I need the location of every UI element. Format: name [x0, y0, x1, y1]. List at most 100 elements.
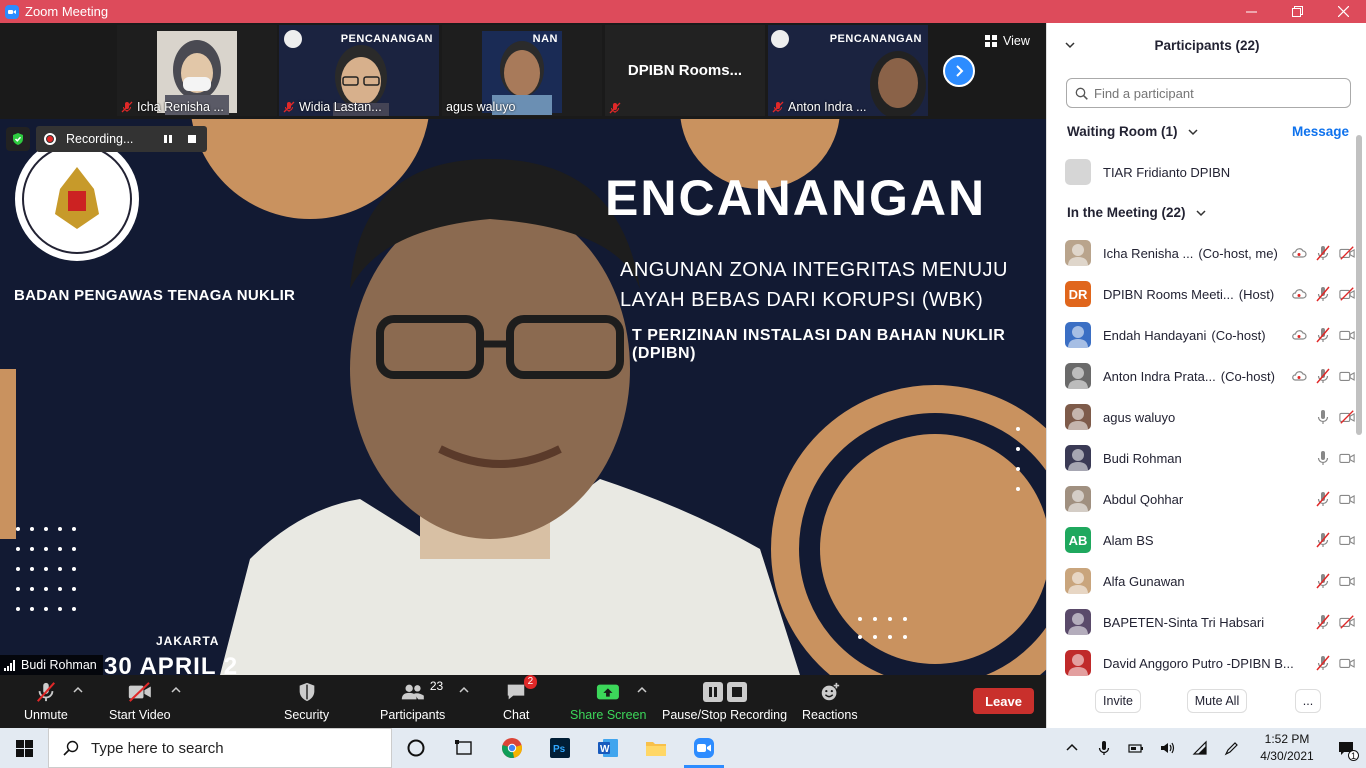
participant-row[interactable]: AB Alam BS — [1065, 525, 1355, 555]
video-thumbnail[interactable]: Icha Renisha ... — [117, 25, 277, 116]
participant-row[interactable]: Endah Handayani (Co-host) — [1065, 320, 1355, 350]
panel-scrollbar[interactable] — [1356, 135, 1362, 435]
in-meeting-header[interactable]: In the Meeting (22) — [1067, 205, 1206, 220]
thumbnail-slide-text: NAN — [532, 33, 558, 45]
chat-button[interactable]: 2 Chat — [503, 675, 538, 722]
participant-row[interactable]: Icha Renisha ... (Co-host, me) — [1065, 238, 1355, 268]
waiting-participant-row[interactable]: TIAR Fridianto DPIBN — [1065, 157, 1355, 187]
video-icon — [1339, 576, 1355, 586]
video-thumbnail[interactable]: PENCANANGAN Anton Indra ... — [768, 25, 928, 116]
video-thumbnail-strip: Icha Renisha ... PENCANANGAN Widia Lasta… — [0, 23, 1046, 119]
battery-icon[interactable] — [1120, 728, 1152, 768]
mute-all-button[interactable]: Mute All — [1187, 689, 1247, 713]
reactions-button[interactable]: Reactions — [802, 680, 858, 722]
participant-status-icons — [1315, 491, 1355, 507]
pause-recording-icon[interactable] — [161, 132, 175, 146]
video-thumbnail[interactable]: DPIBN Rooms... — [605, 25, 765, 116]
recording-indicator: Recording... — [6, 126, 208, 152]
waiting-room-header[interactable]: Waiting Room (1) — [1067, 124, 1198, 139]
security-button[interactable]: Security — [284, 680, 329, 722]
start-button[interactable] — [0, 728, 48, 768]
participant-row[interactable]: DR DPIBN Rooms Meeti... (Host) — [1065, 279, 1355, 309]
view-button[interactable]: View — [985, 34, 1030, 48]
encryption-shield-icon[interactable] — [6, 127, 30, 151]
task-view-icon[interactable] — [440, 728, 488, 768]
search-input[interactable] — [1094, 85, 1334, 101]
chevron-down-icon[interactable] — [1065, 40, 1075, 50]
meeting-toolbar: Unmute Start Video Security 23 Participa… — [0, 675, 1046, 728]
thumbnail-name: Anton Indra ... — [772, 100, 867, 114]
restore-button[interactable] — [1274, 0, 1320, 23]
participants-caret-icon[interactable] — [458, 685, 470, 695]
video-thumbnail[interactable]: NAN agus waluyo — [442, 25, 602, 116]
file-explorer-icon[interactable] — [632, 728, 680, 768]
taskbar-search[interactable]: Type here to search — [48, 728, 392, 768]
participant-name: David Anggoro Putro -DPIBN B... — [1103, 655, 1294, 671]
video-thumbnail[interactable]: PENCANANGAN Widia Lastan... — [279, 25, 439, 116]
windows-logo-icon — [15, 739, 33, 757]
participant-name: Alfa Gunawan — [1103, 573, 1185, 589]
next-page-button[interactable] — [943, 55, 975, 87]
participant-status-icons — [1315, 655, 1355, 671]
avatar — [1065, 650, 1091, 676]
thumbnail-name: Widia Lastan... — [283, 100, 382, 114]
avatar — [1065, 159, 1091, 185]
message-waiting-room-link[interactable]: Message — [1292, 124, 1349, 139]
microphone-icon[interactable] — [1088, 728, 1120, 768]
video-options-caret-icon[interactable] — [170, 685, 182, 695]
notifications-icon[interactable]: 1 — [1326, 728, 1366, 768]
recording-label: Recording... — [66, 132, 134, 146]
video-off-icon — [1339, 287, 1355, 301]
participant-row[interactable]: BAPETEN-Sinta Tri Habsari — [1065, 607, 1355, 637]
avatar: AB — [1065, 527, 1091, 553]
avatar — [1065, 568, 1091, 594]
thumbnail-text-name: DPIBN Rooms... — [627, 62, 743, 79]
word-icon[interactable]: W — [584, 728, 632, 768]
avatar: DR — [1065, 281, 1091, 307]
leave-button[interactable]: Leave — [973, 688, 1034, 714]
thumbnail-name — [609, 102, 621, 114]
unmute-button[interactable]: Unmute — [24, 680, 68, 722]
participant-row[interactable]: Abdul Qohhar — [1065, 484, 1355, 514]
participant-status-icons — [1315, 450, 1355, 466]
share-options-caret-icon[interactable] — [636, 685, 648, 695]
cortana-icon[interactable] — [392, 728, 440, 768]
participant-row[interactable]: David Anggoro Putro -DPIBN B... — [1065, 648, 1355, 678]
avatar — [1065, 486, 1091, 512]
invite-button[interactable]: Invite — [1095, 689, 1141, 713]
participant-row[interactable]: Budi Rohman — [1065, 443, 1355, 473]
more-options-button[interactable]: ... — [1295, 689, 1321, 713]
mic-muted-icon — [283, 101, 295, 113]
close-window-button[interactable] — [1320, 0, 1366, 23]
participant-search[interactable] — [1066, 78, 1351, 108]
chat-badge: 2 — [523, 675, 538, 689]
stop-recording-icon[interactable] — [185, 132, 199, 146]
start-video-button[interactable]: Start Video — [109, 680, 171, 722]
participants-button[interactable]: 23 Participants — [380, 679, 445, 722]
share-screen-button[interactable]: Share Screen — [570, 680, 646, 722]
wifi-icon[interactable] — [1184, 728, 1216, 768]
thumbnail-slide-text: PENCANANGAN — [829, 33, 922, 45]
zoom-meeting-screen: Zoom Meeting Icha Renisha ... PENCANANGA… — [0, 0, 1366, 768]
system-tray: 1:52 PM 4/30/2021 1 — [1056, 728, 1366, 768]
zoom-taskbar-icon[interactable] — [680, 728, 728, 768]
participant-name: BAPETEN-Sinta Tri Habsari — [1103, 614, 1265, 630]
participant-name: Icha Renisha ... (Co-host, me) — [1103, 245, 1278, 261]
photoshop-icon[interactable]: Ps — [536, 728, 584, 768]
chevron-up-icon[interactable] — [1056, 728, 1088, 768]
zoom-logo-icon — [5, 4, 19, 19]
participant-status-icons — [1315, 532, 1355, 548]
windows-taskbar: Type here to search Ps W 1:52 PM 4/30/20… — [0, 728, 1366, 768]
participant-row[interactable]: Anton Indra Prata... (Co-host) — [1065, 361, 1355, 391]
participant-role: (Co-host) — [1211, 327, 1266, 343]
minimize-button[interactable] — [1228, 0, 1274, 23]
participant-row[interactable]: Alfa Gunawan — [1065, 566, 1355, 596]
pen-icon[interactable] — [1216, 728, 1248, 768]
audio-options-caret-icon[interactable] — [72, 685, 84, 695]
pause-stop-recording-button[interactable]: Pause/Stop Recording — [662, 680, 787, 722]
chrome-icon[interactable] — [488, 728, 536, 768]
system-clock[interactable]: 1:52 PM 4/30/2021 — [1248, 731, 1326, 765]
participant-row[interactable]: agus waluyo — [1065, 402, 1355, 432]
video-off-icon — [1339, 410, 1355, 424]
volume-icon[interactable] — [1152, 728, 1184, 768]
